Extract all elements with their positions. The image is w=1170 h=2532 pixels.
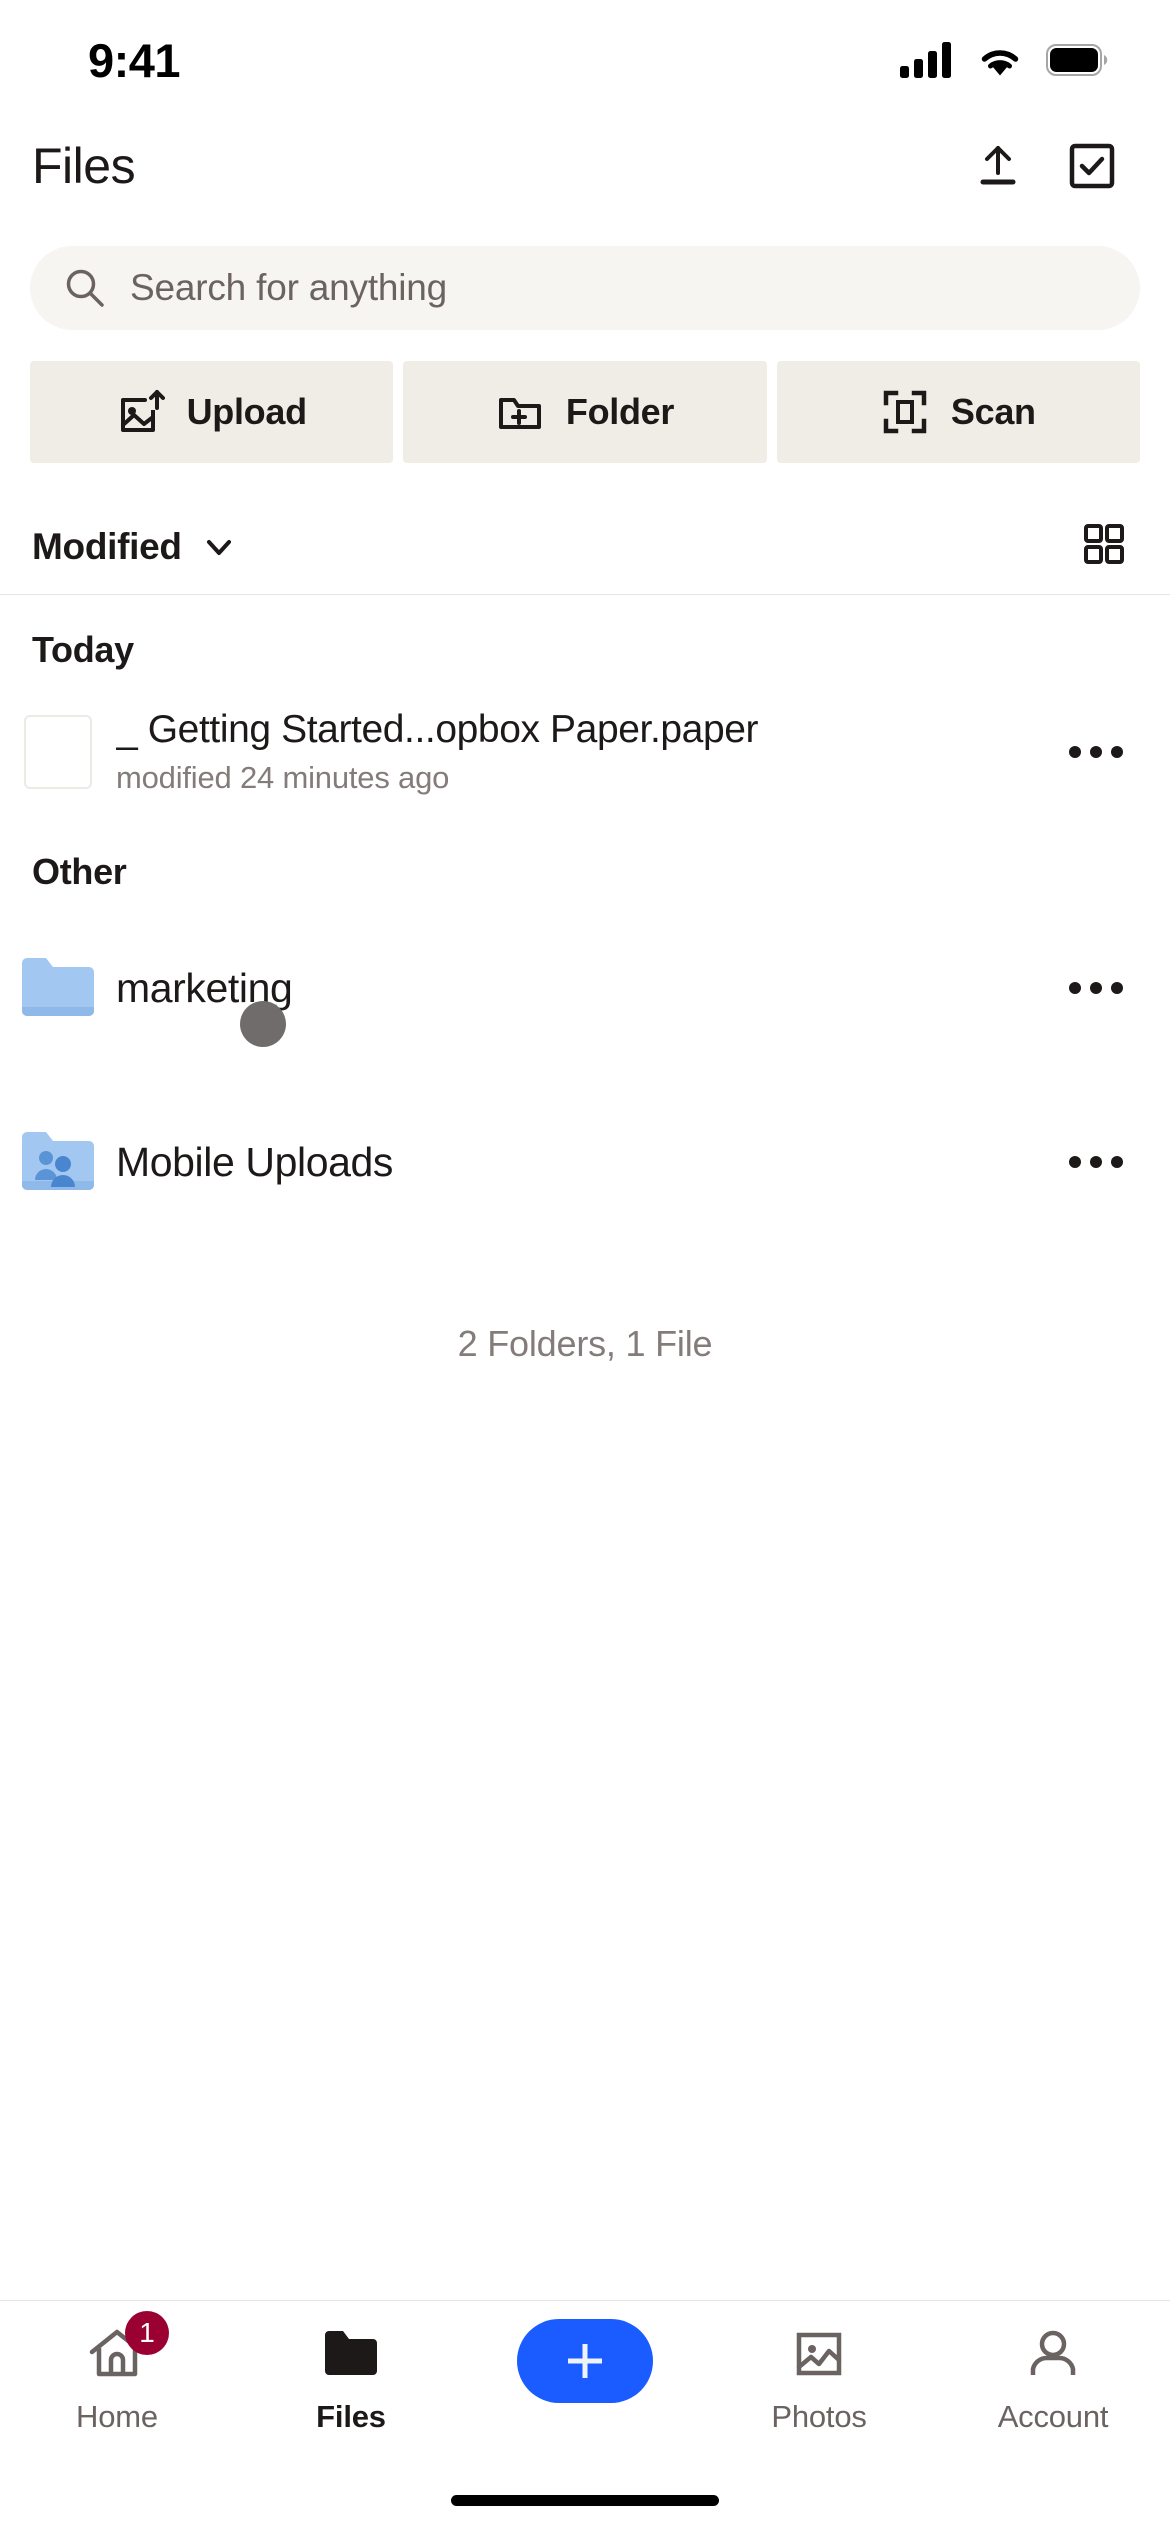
file-thumbnail — [18, 712, 98, 792]
search-icon — [66, 269, 104, 307]
quick-actions-row: Upload Folder Scan — [0, 330, 1170, 463]
nav-label-photos: Photos — [771, 2399, 867, 2434]
scan-button-label: Scan — [950, 391, 1036, 432]
shared-folder-icon — [18, 1122, 98, 1202]
upload-arrow-icon[interactable] — [972, 140, 1024, 192]
person-icon — [1025, 2323, 1081, 2385]
folder-icon — [18, 948, 98, 1028]
create-fab[interactable] — [468, 2319, 702, 2403]
grid-view-toggle[interactable] — [1080, 520, 1128, 573]
status-time: 9:41 — [88, 33, 181, 87]
nav-item-account[interactable]: Account — [936, 2323, 1170, 2435]
wifi-icon — [981, 50, 1019, 76]
folder-icon — [321, 2323, 381, 2385]
nav-item-files[interactable]: Files — [234, 2323, 468, 2435]
sort-and-view-row: Modified — [0, 499, 1170, 595]
bottom-navigation: 1 Home Files Photos Account — [0, 2300, 1170, 2460]
list-item[interactable]: _ Getting Started...opbox Paper.paper mo… — [0, 693, 1170, 811]
folder-plus-icon — [498, 398, 541, 429]
folder-button-label: Folder — [565, 391, 675, 432]
grid-view-icon — [1084, 524, 1124, 564]
app-header: Files — [0, 120, 1170, 212]
sort-dropdown[interactable]: Modified — [32, 526, 238, 568]
overflow-menu-icon[interactable] — [1064, 956, 1128, 1020]
list-item[interactable]: Mobile Uploads — [0, 1087, 1170, 1237]
list-item-text: Mobile Uploads — [116, 1139, 1054, 1186]
folder-name: Mobile Uploads — [116, 1138, 393, 1185]
section-heading-other: Other — [32, 851, 127, 892]
plus-icon — [517, 2319, 653, 2403]
cellular-signal-icon — [900, 42, 951, 78]
nav-label-home: Home — [76, 2399, 158, 2434]
nav-item-home[interactable]: 1 Home — [0, 2311, 234, 2435]
list-count-footer: 2 Folders, 1 File — [457, 1323, 713, 1364]
checkbox-select-icon[interactable] — [1066, 140, 1118, 192]
nav-label-files: Files — [316, 2399, 386, 2434]
overflow-menu-icon[interactable] — [1064, 1130, 1128, 1194]
scan-button[interactable]: Scan — [776, 361, 1140, 463]
home-icon: 1 — [87, 2311, 169, 2385]
overflow-menu-icon[interactable] — [1064, 720, 1128, 784]
list-item[interactable]: marketing — [0, 913, 1170, 1063]
file-name: _ Getting Started...opbox Paper.paper — [116, 708, 759, 751]
upload-button[interactable]: Upload — [30, 361, 394, 463]
nav-label-account: Account — [997, 2399, 1109, 2434]
status-bar: 9:41 — [0, 0, 1170, 120]
image-upload-icon — [120, 390, 165, 432]
folder-button[interactable]: Folder — [403, 361, 767, 463]
home-indicator — [451, 2495, 719, 2506]
battery-icon — [1046, 44, 1108, 76]
file-modified-time: modified 24 minutes ago — [116, 760, 450, 795]
search-placeholder: Search for anything — [130, 267, 448, 308]
upload-button-label: Upload — [186, 391, 308, 432]
sort-dropdown-label: Modified — [32, 525, 182, 567]
chevron-down-icon — [206, 539, 231, 555]
section-heading-today: Today — [32, 629, 134, 670]
scan-frame-icon — [883, 390, 927, 434]
nav-item-photos[interactable]: Photos — [702, 2323, 936, 2435]
page-title: Files — [32, 138, 136, 194]
touch-pointer-indicator — [240, 1001, 286, 1047]
search-input[interactable]: Search for anything — [30, 246, 1140, 330]
header-actions — [972, 140, 1118, 192]
search-section: Search for anything — [0, 212, 1170, 330]
home-badge: 1 — [125, 2311, 169, 2355]
status-indicators — [900, 42, 1108, 78]
list-item-text: _ Getting Started...opbox Paper.paper mo… — [116, 708, 1054, 796]
photos-icon — [791, 2323, 847, 2385]
